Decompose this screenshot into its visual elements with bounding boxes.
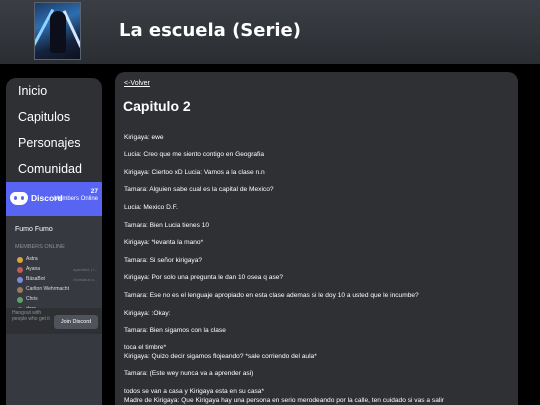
sidebar-item-capitulos[interactable]: Capitulos [6,104,102,130]
discord-section-label: MEMBERS ONLINE [15,244,65,250]
chapter-line: Lucia: Creo que me siento contigo en Geo… [124,151,265,158]
sidebar: Inicio Capitulos Personajes Comunidad Di… [6,78,102,405]
member-avatar [17,267,23,273]
chapter-line: toca el timbre* [124,344,167,351]
discord-member[interactable]: Ayana ayanebot | i... [15,265,101,275]
discord-member[interactable]: BäsaBot/botstatus s... [15,275,101,285]
member-avatar [17,297,23,303]
member-status: ayanebot | i... [73,267,97,272]
chapter-title: Capitulo 2 [123,98,191,114]
chapter-line: Kirigaya: Por solo una pregunta le dan 1… [124,274,284,281]
chapter-line: Tamara: Ese no es el lenguaje apropiado … [124,292,419,299]
chapter-content: <-Volver Capitulo 2 Kirigaya: ewe Lucia: … [115,72,518,405]
page-title: La escuela (Serie) [119,20,301,41]
discord-footer: Hangout with people who get it Join Disc… [6,308,102,334]
chapter-line: Kirigaya: Ciertoo xD Lucia: Vamos a la c… [124,169,265,176]
member-avatar [17,287,23,293]
header-bar: La escuela (Serie) [0,0,540,64]
discord-logo-icon [10,192,28,205]
discord-widget-header[interactable]: Discord 27 Members Online [6,182,102,216]
discord-member[interactable]: Chris [15,295,101,305]
member-name: Carlton Wehrmacht [26,286,69,292]
series-cover-image[interactable] [34,2,81,60]
chapter-line: Lucia: Mexico D.F. [124,204,178,211]
member-name: Astra [26,256,38,262]
chapter-line: Tamara: Alguien sabe cual es la capital … [124,186,274,193]
sidebar-nav: Inicio Capitulos Personajes Comunidad [6,78,102,182]
discord-footer-text: Hangout with people who get it [12,310,50,322]
discord-server-name: Fumo Fumo [15,226,53,233]
chapter-line: Tamara: Si señor kirigaya? [124,257,203,264]
member-name: Ayana [26,266,41,272]
chapter-line: Kirigaya: Quizo decir sigamos flojeando?… [124,353,317,360]
member-avatar [17,277,23,283]
member-avatar [17,257,23,263]
sidebar-item-inicio[interactable]: Inicio [6,78,102,104]
chapter-line: todos se van a casa y Kirigaya esta en s… [124,388,265,395]
chapter-line: Tamara: (Este wey nunca va a aprender as… [124,370,254,377]
member-status: /botstatus s... [73,277,97,282]
discord-member[interactable]: Astra [15,255,101,265]
sidebar-item-personajes[interactable]: Personajes [6,130,102,156]
discord-widget: Discord 27 Members Online Fumo Fumo MEMB… [6,182,102,405]
sidebar-item-comunidad[interactable]: Comunidad [6,156,102,182]
discord-count-label: Members Online [53,195,98,202]
cover-art-figure [50,11,66,53]
chapter-line: Madre de Kirigaya: Que Kirigaya hay una … [124,397,444,404]
member-name: BäsaBot [26,276,45,282]
chapter-line: Tamara: Bien Lucia tienes 10 [124,222,210,229]
chapter-line: Tamara: Bien sigamos con la clase [124,327,226,334]
discord-member-list: Astra Ayana ayanebot | i... BäsaBot/botstat… [15,255,101,315]
join-discord-button[interactable]: Join Discord [54,315,98,329]
chapter-line: Kirigaya: :Okay: [124,310,171,317]
chapter-line: Kirigaya: *levanta la mano* [124,239,204,246]
discord-online-count: 27 Members Online [53,188,98,202]
discord-member[interactable]: Carlton Wehrmacht [15,285,101,295]
member-name: Chris [26,296,38,302]
back-link[interactable]: <-Volver [124,80,150,87]
chapter-line: Kirigaya: ewe [124,134,164,141]
